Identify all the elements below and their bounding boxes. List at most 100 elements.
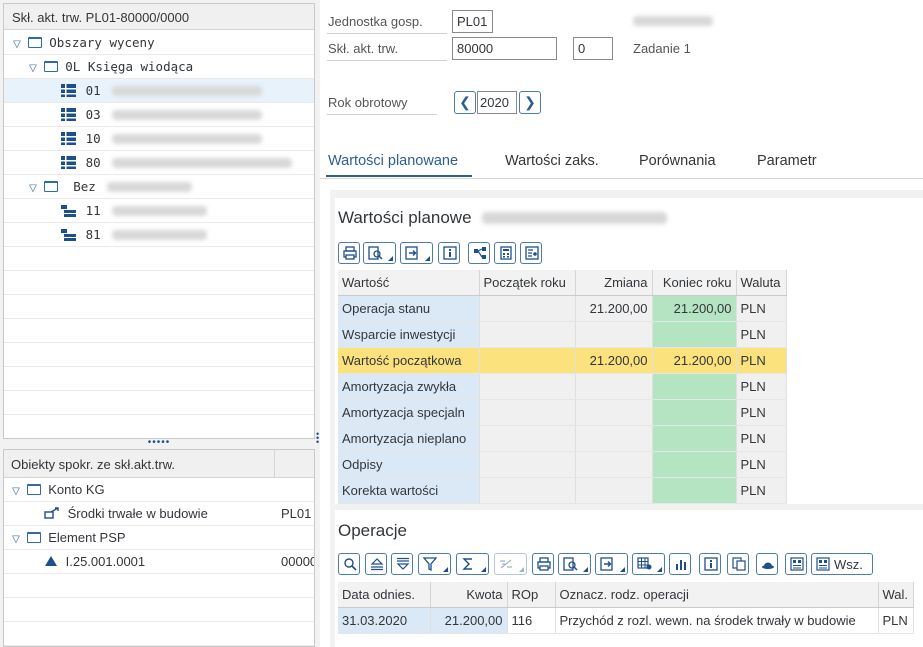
- tree-node-area-01[interactable]: 01: [4, 79, 314, 103]
- row-name[interactable]: Operacja stanu: [338, 295, 480, 322]
- filter-icon: [423, 557, 437, 571]
- previous-year-button[interactable]: ❮: [454, 91, 476, 114]
- company-code-field[interactable]: PL01: [452, 10, 493, 33]
- document-list-icon: [790, 557, 804, 571]
- table-row[interactable]: Operacja stanu 21.200,00 21.200,00 PLN: [338, 295, 787, 322]
- chart-button[interactable]: [669, 553, 691, 575]
- table-row[interactable]: 31.03.2020 21.200,00 116 Przychód z rozl…: [338, 607, 914, 634]
- tree-node-area-11[interactable]: 11: [4, 199, 314, 223]
- tree-node-code: 10: [85, 131, 101, 146]
- object-node-gl-account[interactable]: ▽ Konto KG: [4, 478, 314, 502]
- table-row[interactable]: Amortyzacja zwykła PLN: [338, 373, 787, 400]
- column-header-start[interactable]: Początek roku: [479, 270, 576, 296]
- column-header-date[interactable]: Data odnies.: [338, 582, 431, 608]
- column-divider[interactable]: [274, 450, 275, 477]
- tree-header: Skł. akt. trw. PL01-80000/0000: [4, 4, 314, 30]
- column-header-description[interactable]: Oznacz. rodz. operacji: [555, 582, 879, 608]
- row-name[interactable]: Amortyzacja zwykła: [338, 373, 480, 400]
- start-value: [479, 295, 576, 322]
- expand-toggle-icon[interactable]: ▽: [9, 480, 23, 504]
- tab-comparisons[interactable]: Porównania: [639, 153, 716, 169]
- column-header-amount[interactable]: Kwota: [430, 582, 508, 608]
- info-operations-button[interactable]: [699, 553, 721, 575]
- table-row[interactable]: Odpisy PLN: [338, 451, 787, 478]
- row-name[interactable]: Odpisy: [338, 451, 480, 478]
- sort-descending-button[interactable]: [391, 553, 413, 575]
- related-objects-panel: Obiekty spokr. ze skł.akt.trw. ▽ Konto K…: [3, 449, 315, 647]
- calculator-button[interactable]: [494, 242, 516, 264]
- blurred-text: [112, 158, 293, 168]
- planned-values-title: Wartości planowe: [338, 208, 472, 227]
- expand-toggle-icon[interactable]: ▽: [10, 33, 24, 57]
- subtotal-button[interactable]: [494, 553, 527, 575]
- label-underline: [327, 60, 447, 61]
- print-operations-button[interactable]: [532, 553, 554, 575]
- tree-node-valuation-areas[interactable]: ▽ Obszary wyceny: [4, 31, 314, 55]
- next-year-button[interactable]: ❯: [519, 91, 541, 114]
- dropdown-arrow-icon: [443, 562, 448, 572]
- row-name[interactable]: Amortyzacja specjaln: [338, 399, 480, 426]
- column-header-currency[interactable]: Wal.: [878, 582, 914, 608]
- views-button[interactable]: [558, 553, 591, 575]
- table-header-row: Data odnies. Kwota ROp Oznacz. rodz. ope…: [338, 582, 914, 608]
- column-header-value[interactable]: Wartość: [338, 270, 480, 296]
- total-button[interactable]: [456, 553, 489, 575]
- hierarchy-button[interactable]: [468, 242, 490, 264]
- display-document-button[interactable]: [756, 553, 778, 575]
- asset-subnumber-field[interactable]: 0: [573, 37, 613, 60]
- export-button[interactable]: [400, 242, 433, 264]
- expand-toggle-icon[interactable]: ▽: [26, 177, 40, 201]
- printer-icon: [537, 557, 551, 571]
- posting-date[interactable]: 31.03.2020: [338, 607, 431, 634]
- row-name[interactable]: Amortyzacja nieplano: [338, 425, 480, 452]
- object-node-wbs-element[interactable]: I.25.001.0001 00000: [4, 550, 314, 574]
- layout-button[interactable]: [632, 553, 665, 575]
- object-node-auc[interactable]: Środki trwałe w budowie PL01: [4, 502, 314, 526]
- document-list-button[interactable]: [785, 553, 807, 575]
- fiscal-year-field[interactable]: 2020: [477, 91, 517, 114]
- related-objects-title: Obiekty spokr. ze skł.akt.trw.: [11, 457, 175, 472]
- print-preview-button[interactable]: [363, 242, 396, 264]
- row-name[interactable]: Wartość początkowa: [338, 347, 480, 374]
- filter-button[interactable]: [418, 553, 451, 575]
- copy-button[interactable]: [727, 553, 749, 575]
- change-value: [575, 321, 653, 348]
- row-name[interactable]: Wsparcie inwestycji: [338, 321, 480, 348]
- tree-node-area-03[interactable]: 03: [4, 103, 314, 127]
- print-button[interactable]: [338, 242, 360, 264]
- tree-node-leading-ledger[interactable]: ▽ 0L Księga wiodąca: [4, 55, 314, 79]
- tree-node-area-10[interactable]: 10: [4, 127, 314, 151]
- details-button[interactable]: [338, 553, 360, 575]
- table-row[interactable]: Wsparcie inwestycji PLN: [338, 321, 787, 348]
- asset-number-field[interactable]: 80000: [452, 37, 557, 60]
- expand-toggle-icon[interactable]: ▽: [26, 57, 40, 81]
- tab-posted-values[interactable]: Wartości zaks.: [505, 153, 599, 169]
- tree-node-without[interactable]: ▽ Bez: [4, 175, 314, 199]
- sort-ascending-button[interactable]: [365, 553, 387, 575]
- table-row-highlighted[interactable]: Wartość początkowa 21.200,00 21.200,00 P…: [338, 347, 787, 374]
- export-operations-button[interactable]: [595, 553, 628, 575]
- object-node-wbs[interactable]: ▽ Element PSP: [4, 526, 314, 550]
- column-header-end[interactable]: Koniec roku: [652, 270, 737, 296]
- info-button[interactable]: [438, 242, 460, 264]
- calculator-icon: [500, 246, 512, 260]
- row-name[interactable]: Korekta wartości: [338, 477, 480, 504]
- settings-list-button[interactable]: [520, 242, 542, 264]
- tree-node-label: Obszary wyceny: [49, 35, 155, 50]
- horizontal-splitter-handle[interactable]: •••••: [3, 438, 315, 449]
- tab-parameters[interactable]: Parametr: [757, 153, 817, 169]
- object-node-value: 00000: [281, 554, 315, 569]
- table-row[interactable]: Korekta wartości PLN: [338, 477, 787, 504]
- table-row[interactable]: Amortyzacja nieplano PLN: [338, 425, 787, 452]
- tree-node-area-81[interactable]: 81: [4, 223, 314, 247]
- tree-node-area-80[interactable]: 80: [4, 151, 314, 175]
- column-header-change[interactable]: Zmiana: [575, 270, 653, 296]
- tab-planned-values[interactable]: Wartości planowane: [328, 153, 458, 169]
- end-value: 21.200,00: [652, 347, 737, 374]
- object-node-label: Środki trwałe w budowie: [67, 506, 208, 521]
- expand-toggle-icon[interactable]: ▽: [9, 528, 23, 552]
- all-operations-button[interactable]: Wsz.: [811, 553, 873, 575]
- column-header-currency[interactable]: Waluta: [736, 270, 787, 296]
- table-row[interactable]: Amortyzacja specjaln PLN: [338, 399, 787, 426]
- column-header-transaction-type[interactable]: ROp: [507, 582, 556, 608]
